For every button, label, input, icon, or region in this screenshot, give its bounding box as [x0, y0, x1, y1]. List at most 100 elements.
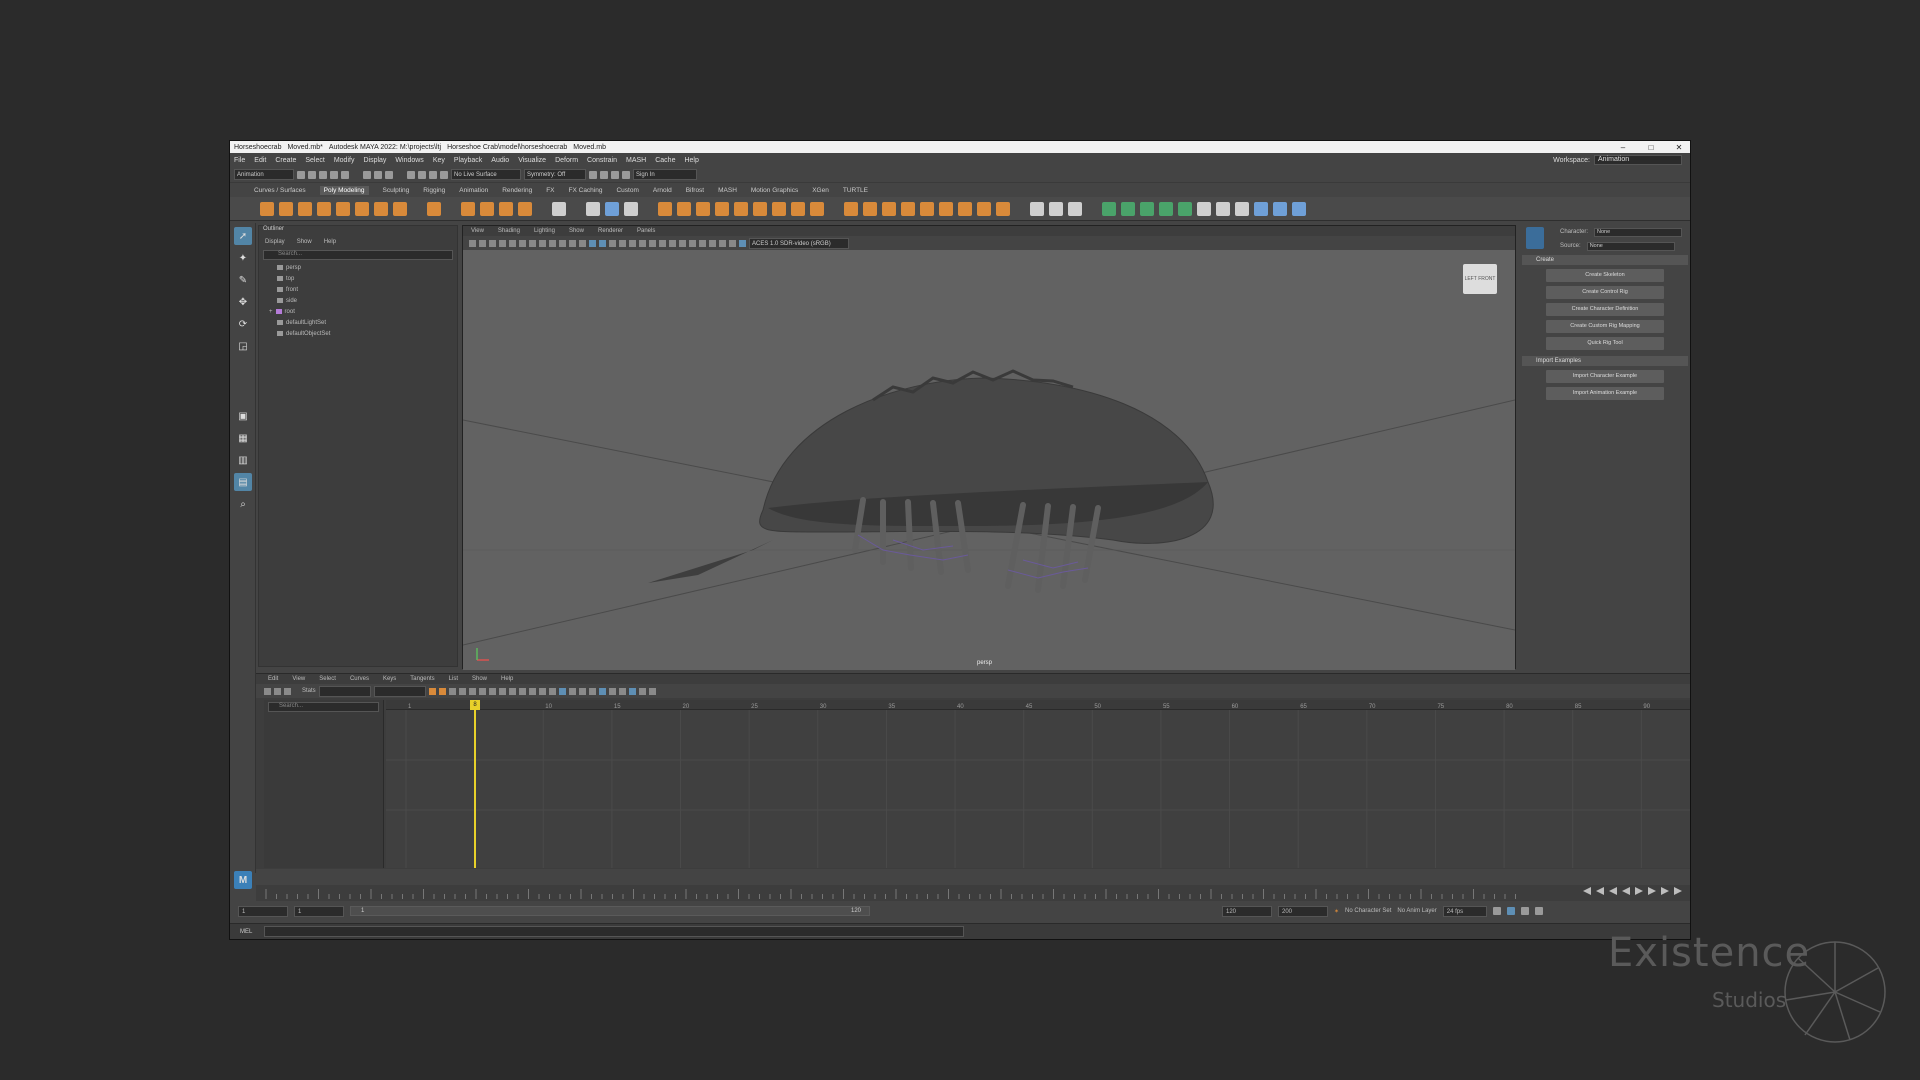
uv-auto-icon[interactable]	[1159, 201, 1173, 216]
workspace-dropdown[interactable]: Animation	[1594, 155, 1682, 165]
tangent-plateau-icon[interactable]	[488, 687, 496, 695]
menu-playback[interactable]: Playback	[454, 157, 482, 164]
menu-display[interactable]: Display	[363, 157, 386, 164]
character-set-icon[interactable]: ✶	[1334, 908, 1339, 915]
outliner-item-top[interactable]: top	[259, 273, 457, 284]
shelf-tab-poly-modeling[interactable]: Poly Modeling	[319, 185, 369, 195]
uv-unfold-icon[interactable]	[1254, 201, 1268, 216]
move-tool-icon[interactable]: ✥	[234, 293, 252, 311]
maximize-button[interactable]: □	[1640, 143, 1662, 152]
select-hierarchy-icon[interactable]	[363, 170, 371, 179]
graph-menu-show[interactable]: Show	[472, 676, 487, 682]
shelf-tab-sculpting[interactable]: Sculpting	[383, 187, 410, 194]
playback-start-field[interactable]: 1	[294, 905, 344, 917]
normalize-icon[interactable]	[558, 687, 566, 695]
character-dropdown[interactable]: None	[1594, 227, 1683, 237]
stats-time-field[interactable]	[318, 685, 371, 697]
uv-cut-icon[interactable]	[1216, 201, 1230, 216]
uv-spherical-icon[interactable]	[1140, 201, 1154, 216]
anti-aliasing-icon[interactable]	[669, 239, 676, 247]
separate-icon[interactable]	[586, 201, 600, 216]
target-weld-icon[interactable]	[958, 201, 972, 216]
swap-buffer-icon[interactable]	[548, 687, 556, 695]
key-tangent-auto-icon[interactable]	[428, 687, 436, 695]
viewport-menu-shading[interactable]: Shading	[498, 228, 520, 234]
command-input[interactable]	[264, 926, 965, 937]
create-custom-rig-mapping-button[interactable]: Create Custom Rig Mapping	[1546, 320, 1664, 333]
poly-cylinder-icon[interactable]	[298, 201, 312, 216]
playback-end-field[interactable]: 120	[1222, 905, 1272, 917]
menu-key[interactable]: Key	[433, 157, 445, 164]
circularize-icon[interactable]	[977, 201, 991, 216]
poly-gear-icon[interactable]	[480, 201, 494, 216]
uv-editor-icon[interactable]	[1197, 201, 1211, 216]
key-tangent-spline-icon[interactable]	[438, 687, 446, 695]
horseshoe-crab-model[interactable]	[648, 369, 1214, 593]
camera-attributes-icon[interactable]	[469, 239, 476, 247]
shelf-tab-mash[interactable]: MASH	[718, 187, 737, 194]
viewport-menu-panels[interactable]: Panels	[637, 228, 655, 234]
graph-menu-curves[interactable]: Curves	[350, 676, 369, 682]
uv-planar-icon[interactable]	[1102, 201, 1116, 216]
shelf-tab-custom[interactable]: Custom	[616, 187, 638, 194]
step-back-key-icon[interactable]	[1596, 887, 1604, 895]
graph-menu-view[interactable]: View	[292, 676, 305, 682]
snap-curve-icon[interactable]	[418, 170, 426, 179]
minimize-button[interactable]: –	[1612, 143, 1634, 152]
close-button[interactable]: ✕	[1668, 143, 1690, 152]
outliner-item-side[interactable]: side	[259, 295, 457, 306]
current-frame-marker[interactable]: 8	[470, 700, 480, 710]
outliner-item-root[interactable]: + root	[259, 306, 457, 317]
shelf-tab-curves[interactable]: Curves / Surfaces	[254, 187, 306, 194]
menu-constrain[interactable]: Constrain	[587, 157, 617, 164]
graph-curve-area[interactable]: 151015202530354045505560657075808590 8	[386, 700, 1690, 868]
expand-icon[interactable]: +	[269, 309, 273, 315]
shelf-tab-fx-caching[interactable]: FX Caching	[569, 187, 603, 194]
svg-icon[interactable]	[518, 201, 532, 216]
graph-menu-list[interactable]: List	[449, 676, 458, 682]
boolean-intersection-icon[interactable]	[696, 201, 710, 216]
merge-icon[interactable]	[939, 201, 953, 216]
undo-icon[interactable]	[330, 170, 338, 179]
step-forward-key-icon[interactable]	[1661, 887, 1669, 895]
outliner-menu-display[interactable]: Display	[265, 239, 285, 245]
sign-in-dropdown[interactable]: Sign In	[633, 169, 697, 180]
menu-file[interactable]: File	[234, 157, 245, 164]
extrude-icon[interactable]	[772, 201, 786, 216]
open-scene-icon[interactable]	[308, 170, 316, 179]
tangent-flat-icon[interactable]	[468, 687, 476, 695]
combine-icon[interactable]	[552, 201, 566, 216]
single-view-layout-icon[interactable]: ▣	[234, 407, 252, 425]
menu-deform[interactable]: Deform	[555, 157, 578, 164]
persp-outliner-layout-icon[interactable]: ▥	[234, 451, 252, 469]
outliner-item-persp[interactable]: persp	[259, 262, 457, 273]
animation-start-field[interactable]: 1	[238, 905, 288, 917]
time-slider[interactable]	[256, 885, 1690, 901]
time-snap-icon[interactable]	[638, 687, 646, 695]
play-backwards-icon[interactable]	[1622, 887, 1630, 895]
pre-infinity-cycle-icon[interactable]	[578, 687, 586, 695]
viewport-menu-renderer[interactable]: Renderer	[598, 228, 623, 234]
shelf-tab-turtle[interactable]: TURTLE	[843, 187, 868, 194]
poly-cube-icon[interactable]	[279, 201, 293, 216]
free-tangent-weight-icon[interactable]	[518, 687, 526, 695]
shelf-tab-motion-graphics[interactable]: Motion Graphics	[751, 187, 798, 194]
viewport-menu-view[interactable]: View	[471, 228, 484, 234]
command-language-label[interactable]: MEL	[240, 929, 252, 935]
graph-menu-select[interactable]: Select	[319, 676, 336, 682]
smooth-shade-icon[interactable]	[599, 239, 606, 247]
uv-sew-icon[interactable]	[1235, 201, 1249, 216]
unify-tangents-icon[interactable]	[508, 687, 516, 695]
select-tool-icon[interactable]: ➚	[234, 227, 252, 245]
delete-history-icon[interactable]	[1068, 201, 1082, 216]
outliner-item-front[interactable]: front	[259, 284, 457, 295]
redo-icon[interactable]	[341, 170, 349, 179]
wireframe-icon[interactable]	[589, 239, 596, 247]
exposure-icon[interactable]	[719, 239, 726, 247]
maya-logo-icon[interactable]: M	[234, 871, 252, 889]
motion-blur-icon[interactable]	[659, 239, 666, 247]
gamma-icon[interactable]	[729, 239, 736, 247]
menu-edit[interactable]: Edit	[254, 157, 266, 164]
smooth-icon[interactable]	[605, 201, 619, 216]
outliner-item-default-light-set[interactable]: defaultLightSet	[259, 317, 457, 328]
